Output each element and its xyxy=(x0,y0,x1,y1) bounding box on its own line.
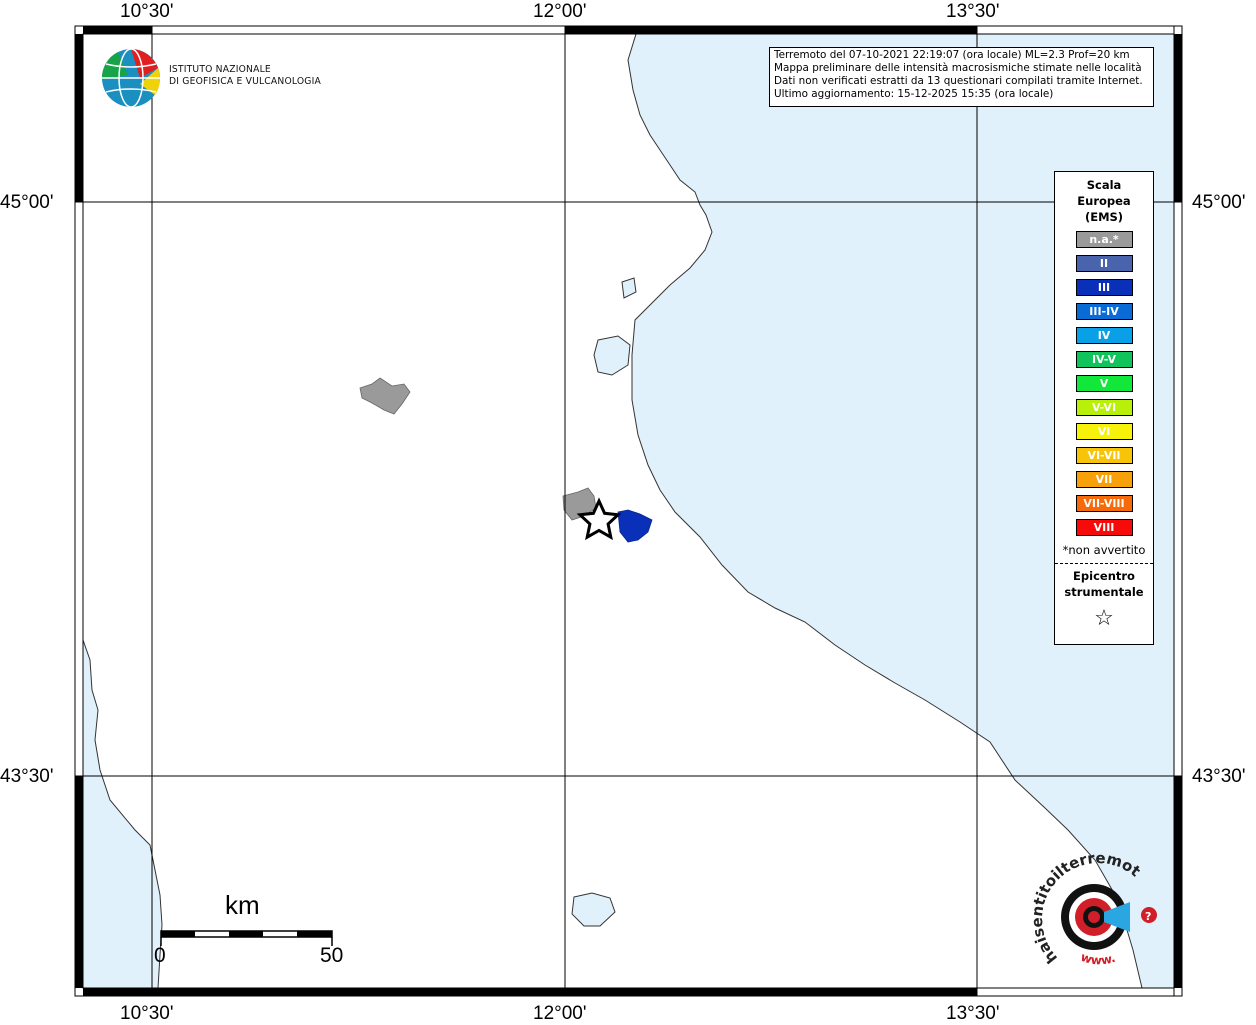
lon-label-top-2: 12°00' xyxy=(533,1,587,22)
legend-separator xyxy=(1055,563,1153,564)
legend-item: VIII xyxy=(1075,519,1133,536)
legend-title-line2: Europea xyxy=(1077,194,1131,208)
legend-epicentre-line1: Epicentro xyxy=(1073,569,1135,583)
legend-title-line1: Scala xyxy=(1086,178,1122,192)
tyrrhenian-sea xyxy=(82,639,163,989)
svg-text:?: ? xyxy=(1145,910,1151,923)
lat-label-left-1: 45°00' xyxy=(0,192,54,213)
lat-label-left-2: 43°30' xyxy=(0,766,54,787)
na-area-north xyxy=(359,377,411,415)
scale-zero: 0 xyxy=(154,944,166,967)
scale-bar xyxy=(160,930,333,946)
lagoon-shape xyxy=(621,277,637,299)
ingv-name: ISTITUTO NAZIONALE DI GEOFISICA E VULCAN… xyxy=(169,64,321,88)
event-info-line2: Mappa preliminare delle intensità macros… xyxy=(774,62,1142,74)
svg-text:www.: www. xyxy=(1079,950,1117,968)
legend-item: III-IV xyxy=(1075,303,1133,320)
legend-item: IV-V xyxy=(1075,351,1133,368)
event-info-box: Terremoto del 07-10-2021 22:19:07 (ora l… xyxy=(769,47,1154,107)
scale-max: 50 xyxy=(320,944,344,967)
ems-legend: Scala Europea (EMS) n.a.* II III III-IV IV IV… xyxy=(1054,171,1154,645)
legend-item: IV xyxy=(1075,327,1133,344)
scale-title: km xyxy=(225,890,260,920)
legend-item: III xyxy=(1075,279,1133,296)
lon-label-top-3: 13°30' xyxy=(946,1,1000,22)
legend-item: II xyxy=(1075,255,1133,272)
legend-item: VII xyxy=(1075,471,1133,488)
lake-trasimeno xyxy=(571,892,616,927)
ingv-logo-icon xyxy=(101,48,161,108)
legend-item: V-VI xyxy=(1075,399,1133,416)
event-info-line4: Ultimo aggiornamento: 15-12-2025 15:35 (… xyxy=(774,88,1054,100)
event-info-line3: Dati non verificati estratti da 13 quest… xyxy=(774,75,1143,87)
legend-star-icon: ☆ xyxy=(1094,606,1114,631)
legend-epicentre-line2: strumentale xyxy=(1064,585,1144,599)
legend-item: n.a.* xyxy=(1075,231,1133,248)
haisentito-www: www. xyxy=(1079,950,1117,968)
ingv-name-line1: ISTITUTO NAZIONALE xyxy=(169,64,271,75)
legend-item: VI xyxy=(1075,423,1133,440)
event-info-line1: Terremoto del 07-10-2021 22:19:07 (ora l… xyxy=(774,49,1130,61)
lon-label-bottom-1: 10°30' xyxy=(120,1003,174,1024)
intensity-iii-area xyxy=(617,509,653,543)
legend-title-line3: (EMS) xyxy=(1084,210,1124,224)
legend-epicentre: Epicentro strumentale xyxy=(1055,568,1153,600)
legend-item: VII-VIII xyxy=(1075,495,1133,512)
lat-label-right-1: 45°00' xyxy=(1192,192,1246,213)
lon-label-bottom-2: 12°00' xyxy=(533,1003,587,1024)
lon-label-bottom-3: 13°30' xyxy=(946,1003,1000,1024)
legend-item: VI-VII xyxy=(1075,447,1133,464)
lat-label-right-2: 43°30' xyxy=(1192,766,1246,787)
legend-note: *non avvertito xyxy=(1062,543,1146,557)
legend-title: Scala Europea (EMS) xyxy=(1055,177,1153,225)
lon-label-top-1: 10°30' xyxy=(120,1,174,22)
lake-shape xyxy=(593,335,631,376)
legend-item: V xyxy=(1075,375,1133,392)
ingv-name-line2: DI GEOFISICA E VULCANOLOGIA xyxy=(169,76,321,87)
legend-items: n.a.* II III III-IV IV IV-V V V-VI VI VI-VII VII VI… xyxy=(1055,231,1153,536)
